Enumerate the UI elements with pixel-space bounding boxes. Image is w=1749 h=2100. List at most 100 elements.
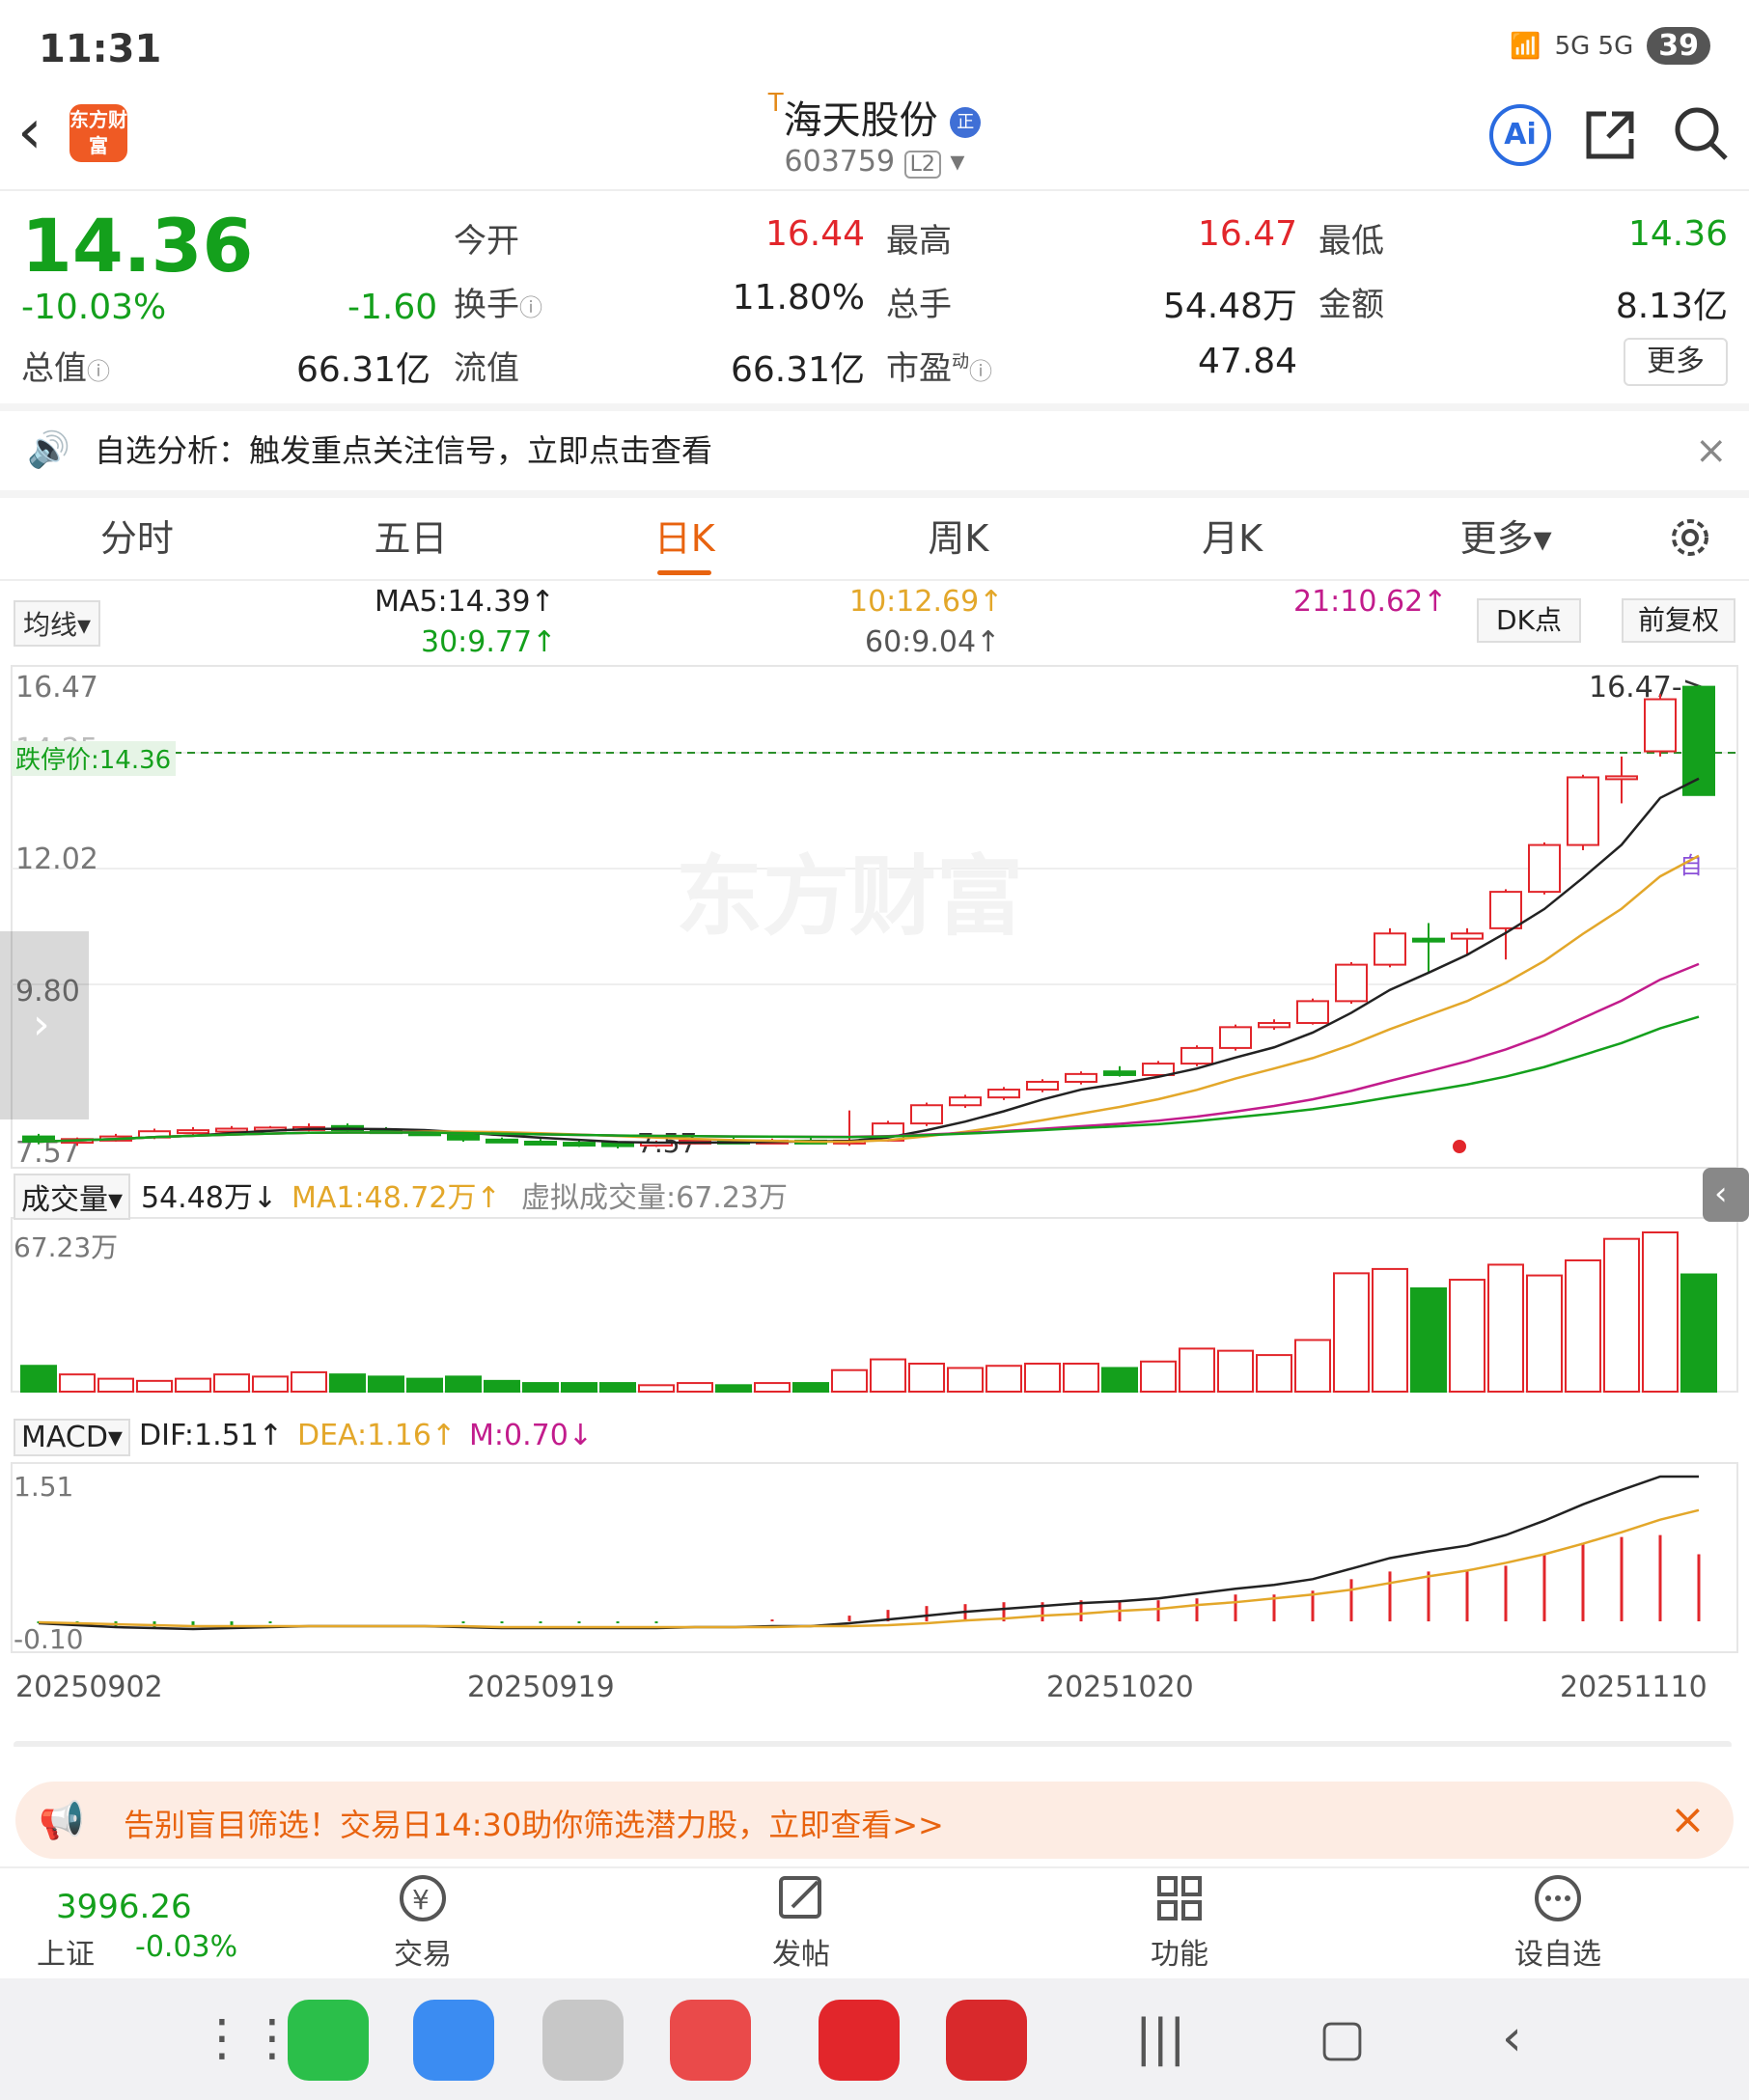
close-icon[interactable]: × — [1695, 428, 1728, 473]
nav-watchlist-label: 设自选 — [1514, 1938, 1601, 1972]
last-price: 14.36 — [21, 203, 254, 289]
volume-selector[interactable]: 成交量▾ — [14, 1174, 131, 1220]
gear-icon[interactable] — [1666, 513, 1714, 562]
volume-bar — [599, 1382, 636, 1393]
turnover-value: 11.80% — [732, 278, 865, 318]
volume-value: 54.48万 — [1162, 287, 1297, 326]
home-button[interactable]: ▢ — [1319, 2009, 1366, 2067]
mktcap-value: 66.31亿 — [295, 350, 430, 390]
macd-y-bottom: -0.10 — [14, 1623, 83, 1655]
nav-function[interactable]: 功能 — [1093, 1872, 1266, 1973]
pe-value: 47.84 — [1197, 342, 1297, 381]
volume-bar — [677, 1382, 713, 1393]
gudd-app-icon[interactable] — [946, 2000, 1027, 2081]
index-change: -0.03% — [135, 1930, 238, 1964]
turnover-label[interactable]: 换手ⓘ — [454, 278, 542, 325]
nav-watchlist[interactable]: 设自选 — [1471, 1872, 1645, 1973]
grid-icon — [1157, 1876, 1202, 1920]
recents-button[interactable]: ||| — [1135, 2009, 1186, 2067]
divider — [0, 403, 1749, 411]
volume-bar — [445, 1375, 482, 1394]
stock-code-row[interactable]: 603759 L2 ▾ — [0, 145, 1749, 179]
stock-badge: 正 — [950, 107, 982, 138]
eastmoney-app-icon[interactable] — [819, 2000, 900, 2081]
open-value: 16.44 — [764, 214, 865, 254]
change-pct: -10.03% — [21, 288, 167, 327]
dk-point-button[interactable]: DK点 — [1477, 598, 1581, 643]
x-tick-3: 20251020 — [1046, 1671, 1194, 1704]
divider — [0, 490, 1749, 498]
mktcap-label[interactable]: 总值ⓘ — [21, 342, 110, 389]
stock-code: 603759 — [784, 145, 896, 179]
status-icons: 📶 5G 5G 39 — [1510, 27, 1710, 65]
tab-daily-k[interactable]: 日K — [547, 502, 821, 579]
phone-app-icon[interactable] — [288, 2000, 369, 2081]
camera-app-icon[interactable] — [542, 2000, 624, 2081]
nav-function-label: 功能 — [1151, 1938, 1208, 1972]
search-icon[interactable] — [1672, 104, 1730, 162]
candle — [177, 1129, 209, 1135]
volume-bar — [406, 1377, 443, 1394]
amount-value: 8.13亿 — [1615, 287, 1728, 326]
more-button[interactable]: 更多 — [1624, 338, 1728, 386]
volume-bar — [1024, 1363, 1061, 1393]
candle — [1412, 937, 1445, 943]
volume-bar — [1333, 1272, 1370, 1393]
speaker-icon: 🔊 — [27, 430, 70, 470]
volume-bar — [175, 1377, 211, 1394]
volume-bar — [97, 1377, 134, 1394]
volume-bar — [1410, 1286, 1447, 1393]
period-tabs: 分时 五日 日K 周K 月K 更多▾ — [0, 502, 1749, 579]
macd-selector[interactable]: MACD▾ — [14, 1419, 130, 1456]
volume-bar — [715, 1384, 752, 1393]
nav-trade[interactable]: ¥ 交易 — [336, 1872, 510, 1973]
share-icon[interactable] — [1583, 108, 1637, 162]
volume-bar — [252, 1375, 289, 1394]
volume-bar — [136, 1379, 173, 1394]
chevron-left-icon: ‹ — [1714, 1174, 1728, 1213]
app-drawer-icon[interactable]: ⋮⋮ — [197, 2009, 297, 2067]
volume-bar — [20, 1365, 57, 1393]
ma5-value: MA5:14.39↑ — [375, 585, 555, 619]
stock-title: T海天股份 正 — [0, 89, 1749, 145]
macd-dif-line — [38, 1475, 1699, 1631]
tab-more[interactable]: 更多▾ — [1369, 502, 1643, 579]
ma10-value: 10:12.69↑ — [849, 585, 1004, 619]
tab-monthly-k[interactable]: 月K — [1096, 502, 1370, 579]
adjust-button[interactable]: 前复权 — [1622, 598, 1735, 643]
messages-app-icon[interactable] — [413, 2000, 494, 2081]
ai-button[interactable]: Ai — [1489, 104, 1551, 166]
candle — [1335, 963, 1368, 1003]
volume-bar — [59, 1373, 96, 1394]
wifi-icon: 📶 — [1510, 31, 1541, 61]
candle — [1567, 776, 1599, 846]
back-system-button[interactable]: ‹ — [1502, 2009, 1522, 2067]
vol-y-top: 67.23万 — [14, 1231, 118, 1263]
notice-text[interactable]: 自选分析：触发重点关注信号，立即点击查看 — [95, 427, 712, 471]
pe-label[interactable]: 市盈动ⓘ — [886, 342, 992, 389]
candle — [1103, 1070, 1136, 1076]
candle — [1258, 1022, 1291, 1029]
candle — [1644, 698, 1677, 753]
volume-bar — [1565, 1258, 1601, 1394]
nav-post[interactable]: 发帖 — [714, 1872, 888, 1973]
volume-bar — [754, 1382, 791, 1393]
low-label: 最低 — [1319, 222, 1384, 261]
more-dots-icon — [1535, 1875, 1581, 1921]
ma-selector[interactable]: 均线▾ — [14, 600, 101, 647]
close-icon[interactable]: × — [1670, 1795, 1706, 1844]
tab-five-day[interactable]: 五日 — [274, 502, 548, 579]
volume-bar — [947, 1367, 984, 1393]
tab-intraday[interactable]: 分时 — [0, 502, 274, 579]
candle — [1065, 1072, 1097, 1083]
contacts-app-icon[interactable] — [670, 2000, 751, 2081]
status-time: 11:31 — [39, 27, 162, 71]
promo-text[interactable]: 告别盲目筛选！交易日14:30助你筛选潜力股，立即查看>> — [124, 1801, 944, 1845]
volume-bar — [329, 1373, 366, 1394]
volume-bar — [1256, 1354, 1292, 1394]
volume-bar — [986, 1365, 1022, 1393]
tab-weekly-k[interactable]: 周K — [821, 502, 1096, 579]
signal-icon: 5G 5G — [1554, 31, 1634, 61]
index-value[interactable]: 3996.26 — [56, 1888, 192, 1926]
candle — [215, 1127, 248, 1133]
